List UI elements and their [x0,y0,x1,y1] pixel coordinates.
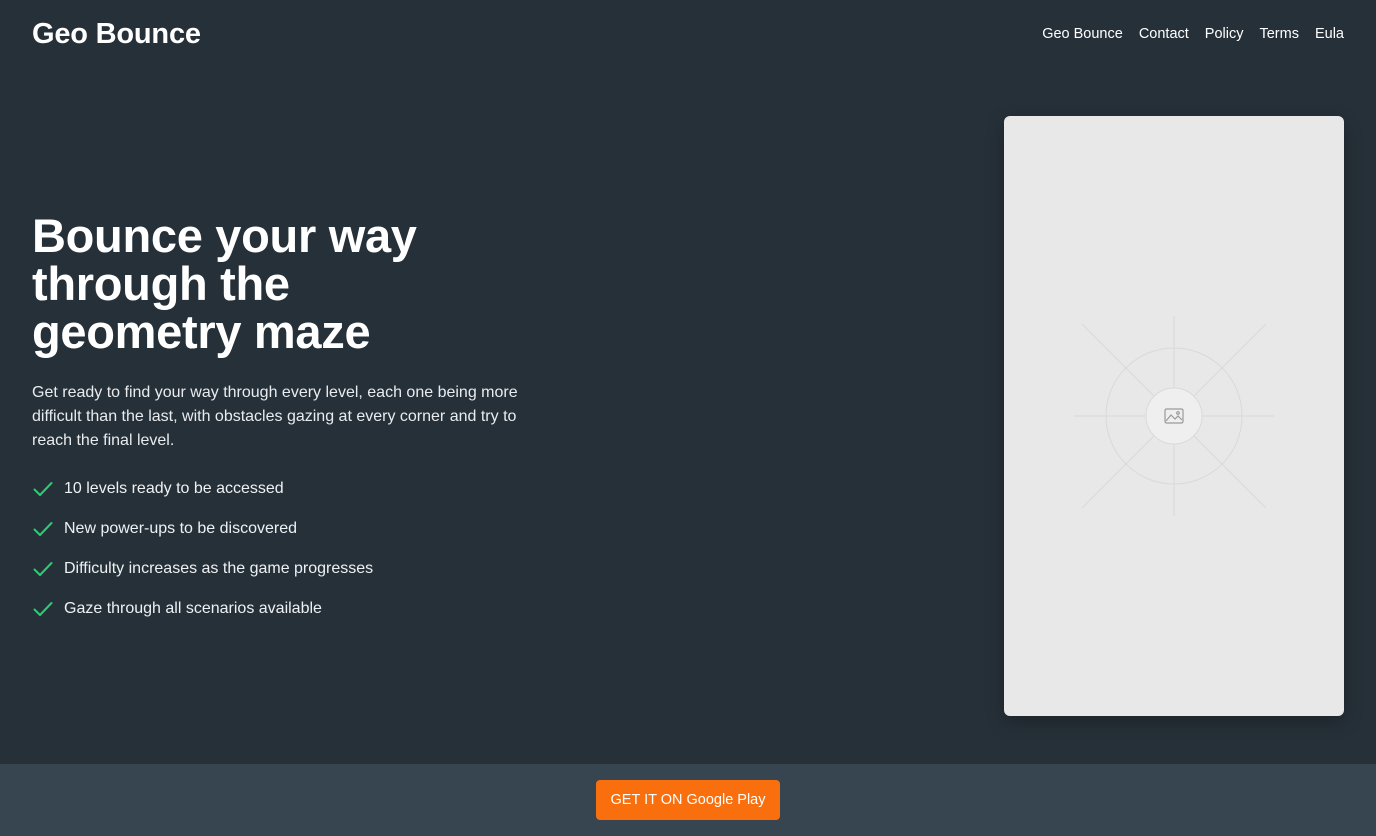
feature-text: Gaze through all scenarios available [64,600,322,617]
feature-text: Difficulty increases as the game progres… [64,560,374,577]
feature-item: New power-ups to be discovered [32,517,552,541]
feature-item: 10 levels ready to be accessed [32,477,552,501]
feature-text: New power-ups to be discovered [64,520,298,537]
brand-logo[interactable]: Geo Bounce [32,18,201,51]
app-screenshot-placeholder [1004,116,1344,716]
feature-list: 10 levels ready to be accessed New power… [32,477,552,621]
image-placeholder-icon [1074,316,1274,516]
nav-link-geo-bounce[interactable]: Geo Bounce [1042,26,1123,42]
nav-link-contact[interactable]: Contact [1139,26,1189,42]
download-bar: GET IT ON Google Play [0,764,1376,836]
feature-item: Gaze through all scenarios available [32,597,552,621]
check-icon [32,478,54,500]
google-play-button[interactable]: GET IT ON Google Play [596,780,780,820]
nav-link-policy[interactable]: Policy [1205,26,1244,42]
hero-description: Get ready to find your way through every… [32,384,518,449]
check-icon [32,558,54,580]
feature-text: 10 levels ready to be accessed [64,480,284,497]
feature-item: Difficulty increases as the game progres… [32,557,552,581]
hero-section: Bounce your way through the geometry maz… [32,212,552,637]
main-nav: Geo Bounce Contact Policy Terms Eula [1042,26,1344,42]
nav-link-terms[interactable]: Terms [1259,26,1298,42]
check-icon [32,518,54,540]
nav-link-eula[interactable]: Eula [1315,26,1344,42]
site-header: Geo Bounce Geo Bounce Contact Policy Ter… [32,0,1344,68]
hero-title: Bounce your way through the geometry maz… [32,209,417,358]
check-icon [32,598,54,620]
